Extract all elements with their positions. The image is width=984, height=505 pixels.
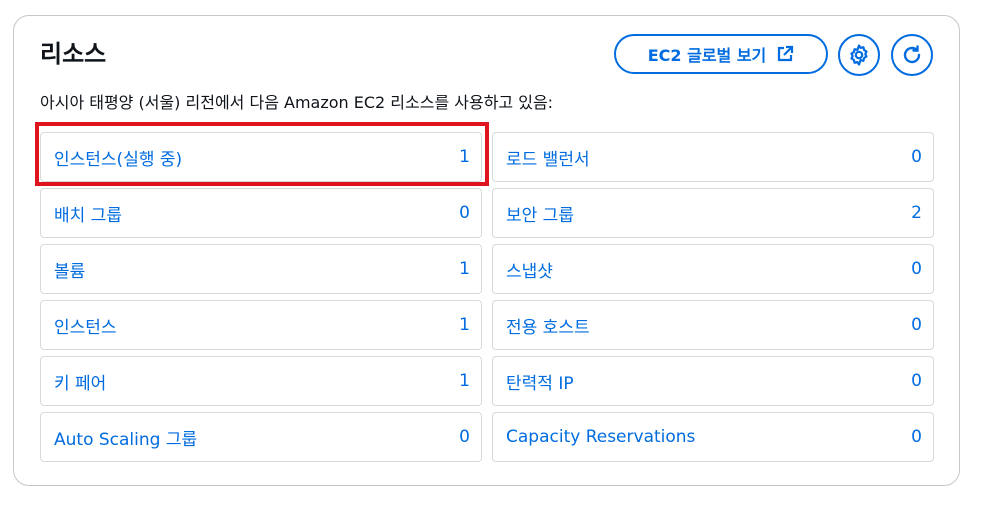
resource-label: 로드 밸런서 — [506, 149, 590, 170]
region-description: 아시아 태평양 (서울) 리전에서 다음 Amazon EC2 리소스를 사용하… — [40, 93, 554, 112]
resource-count: 1 — [459, 147, 470, 167]
resource-count: 0 — [911, 147, 922, 167]
resource-dedicated-hosts[interactable]: 전용 호스트 0 — [492, 300, 934, 350]
resource-label: 전용 호스트 — [506, 317, 590, 338]
resource-auto-scaling-groups[interactable]: Auto Scaling 그룹 0 — [40, 412, 482, 462]
page-title: 리소스 — [40, 40, 107, 68]
resource-count: 2 — [911, 203, 922, 223]
resource-label: 인스턴스(실행 중) — [54, 149, 183, 170]
resource-placement-groups[interactable]: 배치 그룹 0 — [40, 188, 482, 238]
resource-count: 0 — [911, 371, 922, 391]
resource-count: 0 — [459, 427, 470, 447]
gear-icon — [850, 44, 868, 66]
resource-count: 0 — [911, 315, 922, 335]
resource-label: 볼륨 — [54, 261, 86, 282]
resource-label: Auto Scaling 그룹 — [54, 429, 198, 450]
refresh-icon — [903, 45, 921, 64]
ec2-global-view-label: EC2 글로벌 보기 — [647, 46, 767, 65]
resource-label: Capacity Reservations — [506, 427, 696, 447]
resource-load-balancers[interactable]: 로드 밸런서 0 — [492, 132, 934, 182]
resource-count: 1 — [459, 371, 470, 391]
resource-count: 0 — [911, 427, 922, 447]
resource-label: 인스턴스 — [54, 317, 117, 338]
resource-instances[interactable]: 인스턴스 1 — [40, 300, 482, 350]
resource-security-groups[interactable]: 보안 그룹 2 — [492, 188, 934, 238]
resource-volumes[interactable]: 볼륨 1 — [40, 244, 482, 294]
resource-label: 스냅샷 — [506, 261, 553, 282]
resource-snapshots[interactable]: 스냅샷 0 — [492, 244, 934, 294]
resource-grid: 인스턴스(실행 중) 1 로드 밸런서 0 배치 그룹 0 보안 그룹 2 볼륨… — [40, 132, 934, 462]
resource-count: 1 — [459, 315, 470, 335]
ec2-global-view-button[interactable]: EC2 글로벌 보기 — [614, 34, 828, 74]
external-link-icon — [778, 45, 794, 62]
refresh-button[interactable] — [891, 34, 933, 76]
resource-key-pairs[interactable]: 키 페어 1 — [40, 356, 482, 406]
resource-instances-running[interactable]: 인스턴스(실행 중) 1 — [40, 132, 482, 182]
settings-button[interactable] — [838, 34, 880, 76]
resource-label: 보안 그룹 — [506, 205, 574, 226]
resource-count: 0 — [911, 259, 922, 279]
resource-elastic-ips[interactable]: 탄력적 IP 0 — [492, 356, 934, 406]
resource-label: 배치 그룹 — [54, 205, 122, 226]
resource-label: 탄력적 IP — [506, 373, 574, 394]
resource-count: 0 — [459, 203, 470, 223]
resource-count: 1 — [459, 259, 470, 279]
resource-capacity-reservations[interactable]: Capacity Reservations 0 — [492, 412, 934, 462]
resource-label: 키 페어 — [54, 373, 107, 394]
